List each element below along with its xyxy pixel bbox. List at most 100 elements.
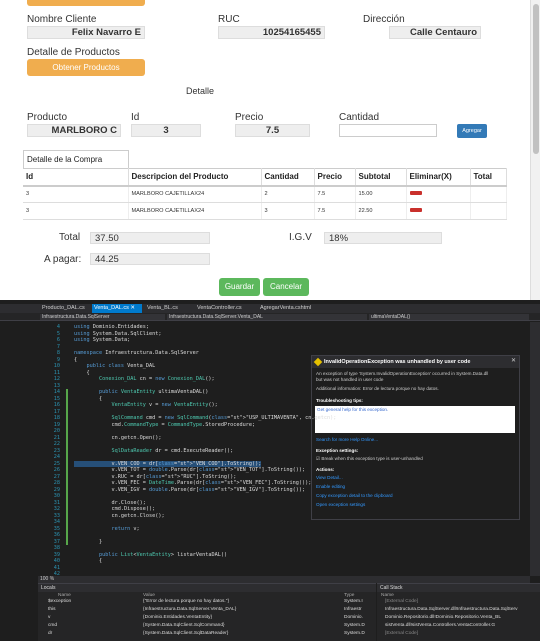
cell-subtotal: 15.00 bbox=[355, 185, 407, 203]
code-line[interactable]: SqlCommand cmd = new SqlCommand(class="s… bbox=[74, 415, 336, 421]
code-line[interactable]: } bbox=[74, 539, 102, 545]
igv-field[interactable]: 18% bbox=[324, 232, 442, 244]
apagar-field[interactable]: 44.25 bbox=[90, 253, 210, 265]
code-line[interactable]: dr.Close(); bbox=[74, 500, 145, 506]
line-number: 35 bbox=[53, 525, 60, 532]
cancelar-button[interactable]: Cancelar bbox=[263, 278, 309, 296]
code-line[interactable]: public VentaEntity ultimaVentaDAL() bbox=[74, 389, 208, 395]
nav-member[interactable]: ultimaVentaDAL() bbox=[369, 314, 529, 320]
igv-label: I.G.V bbox=[289, 232, 312, 243]
line-number: 21 bbox=[53, 434, 60, 441]
tab-producto-dal[interactable]: Producto_DAL.cs bbox=[40, 304, 90, 313]
cantidad-input[interactable] bbox=[339, 124, 437, 137]
delete-button[interactable] bbox=[409, 208, 422, 212]
code-line[interactable]: using System.Data; bbox=[74, 337, 130, 343]
tab-venta-controller[interactable]: VentaController.cs bbox=[195, 304, 257, 313]
locals-cell-value: {Infraestructura.Data.SqlServer.Venta_DA… bbox=[143, 607, 237, 612]
precio-field[interactable]: 7.5 bbox=[235, 124, 310, 137]
code-line[interactable]: namespace Infraestructura.Data.SqlServer bbox=[74, 350, 199, 356]
code-line[interactable]: return v; bbox=[74, 526, 139, 532]
col-descripcion: Descripcion del Producto bbox=[128, 168, 262, 187]
tip-link[interactable]: Get general help for this exception. bbox=[317, 407, 388, 412]
code-line[interactable]: cn.getcn.Open(); bbox=[74, 435, 161, 441]
help-link[interactable]: Search for more Help Online... bbox=[316, 437, 378, 442]
code-line[interactable]: { bbox=[74, 396, 102, 402]
total-field[interactable]: 37.50 bbox=[90, 232, 210, 244]
code-line[interactable]: v.VEN_TOT = double.Parse(dr[class="st">"… bbox=[74, 467, 305, 473]
locals-cell-type: System.D bbox=[344, 631, 365, 636]
line-number: 31 bbox=[53, 499, 60, 506]
locals-cell-name: cmd bbox=[48, 623, 58, 628]
code-line[interactable]: { bbox=[74, 558, 102, 564]
ruc-field[interactable]: 10254165455 bbox=[218, 26, 325, 39]
tab-venta-bl[interactable]: Venta_BL.cs bbox=[145, 304, 193, 313]
callstack-row[interactable]: Infraestructura.Data.SqlServer.dll!Infra… bbox=[385, 607, 518, 612]
locals-cell-type: Infraestr bbox=[344, 607, 362, 612]
code-line[interactable]: using Dominio.Entidades; bbox=[74, 324, 149, 330]
callstack-row[interactable]: [External Code] bbox=[385, 599, 418, 604]
id-field[interactable]: 3 bbox=[131, 124, 201, 137]
line-number: 30 bbox=[53, 493, 60, 499]
exception-title: InvalidOperationException was unhandled … bbox=[312, 356, 519, 368]
nav-class[interactable]: Infraestructura.Data.SqlServer.Venta_DAL bbox=[167, 314, 367, 320]
producto-field[interactable]: MARLBORO C bbox=[27, 124, 121, 137]
precio-label: Precio bbox=[235, 112, 264, 123]
line-number: 9 bbox=[56, 356, 60, 363]
cell-eliminar bbox=[406, 185, 471, 203]
code-line[interactable]: v.VEN_IGV = double.Parse(dr[class="st">"… bbox=[74, 487, 305, 493]
cell-cant: 3 bbox=[261, 202, 315, 220]
agregar-button[interactable]: Agregar bbox=[457, 124, 487, 138]
callstack-row[interactable]: sistVenta.dll!sistVenta.Controllers.Vent… bbox=[385, 623, 495, 628]
line-number: 37 bbox=[53, 538, 60, 545]
code-line[interactable]: public class Venta_DAL bbox=[74, 363, 156, 369]
action-enable-editing[interactable]: Enable editing bbox=[316, 484, 345, 489]
cliente-label: Nombre Cliente bbox=[27, 14, 97, 25]
producto-label: Producto bbox=[27, 112, 68, 123]
code-line[interactable]: cmd.Dispose(); bbox=[74, 506, 155, 512]
code-line[interactable]: SqlDataReader dr = cmd.ExecuteReader(); bbox=[74, 448, 233, 454]
top-orange-button[interactable] bbox=[27, 0, 145, 6]
col-eliminar: Eliminar(X) bbox=[406, 168, 471, 187]
code-line[interactable]: v.VEN_COD = dr[class="st">"VEN_COD"].ToS… bbox=[74, 460, 262, 467]
code-line[interactable]: v.RUC = dr[class="st">"RUC"].ToString(); bbox=[74, 474, 236, 480]
action-view-detail[interactable]: View Detail... bbox=[316, 475, 343, 480]
scrollbar-thumb[interactable] bbox=[533, 4, 539, 154]
code-line[interactable]: using System.Data.SqlClient; bbox=[74, 331, 161, 337]
settings-checkbox[interactable]: ☑ Break when this exception type is user… bbox=[316, 456, 423, 462]
direccion-field[interactable]: Calle Centauro bbox=[389, 26, 481, 39]
code-line[interactable]: VentaEntity v = new VentaEntity(); bbox=[74, 402, 217, 408]
col-total: Total bbox=[470, 168, 507, 187]
close-icon[interactable]: ✕ bbox=[511, 357, 516, 364]
tab-venta-dal[interactable]: Venta_DAL.cs ✕ bbox=[92, 304, 142, 313]
cell-desc: MARLBORO CAJETILLAX24 bbox=[128, 185, 262, 203]
delete-button[interactable] bbox=[409, 191, 422, 196]
editor-scrollbar[interactable] bbox=[530, 322, 540, 576]
obtener-productos-button[interactable]: Obtener Productos bbox=[27, 59, 145, 76]
guardar-button[interactable]: Guardar bbox=[219, 278, 260, 296]
line-number: 25 bbox=[53, 460, 60, 467]
locals-cell-name: $exception bbox=[48, 599, 72, 604]
code-line[interactable]: Conexion_DAL cn = new Conexion_DAL(); bbox=[74, 376, 215, 382]
line-number: 13 bbox=[53, 382, 60, 389]
code-line[interactable]: v.VEN_FEC = DateTime.Parse(dr[class="st"… bbox=[74, 480, 311, 486]
col-subtotal: Subtotal bbox=[355, 168, 407, 187]
action-copy-detail[interactable]: Copy exception detail to the clipboard bbox=[316, 493, 393, 498]
action-open-settings[interactable]: Open exception settings bbox=[316, 502, 365, 507]
tab-agregar-venta[interactable]: AgregarVenta.cshtml bbox=[258, 304, 328, 313]
compra-table: Id Descripcion del Producto Cantidad Pre… bbox=[23, 168, 507, 220]
code-line[interactable]: cmd.CommandType = CommandType.StoredProc… bbox=[74, 422, 255, 428]
callstack-row[interactable]: Dominio.Repositorio.dll!Dominio.Reposito… bbox=[385, 615, 501, 620]
code-line[interactable]: { bbox=[74, 357, 77, 363]
code-line[interactable]: public List<VentaEntity> listarVentaDAL(… bbox=[74, 552, 227, 558]
sales-form: Nombre Cliente Felix Navarro E RUC 10254… bbox=[0, 0, 540, 300]
table-row: 3 MARLBORO CAJETILLAX24 2 7.5 15.00 bbox=[23, 185, 507, 203]
page-scrollbar[interactable] bbox=[530, 0, 540, 300]
line-number: 32 bbox=[53, 506, 60, 512]
code-line[interactable]: cn.getcn.Close(); bbox=[74, 513, 164, 519]
nav-project[interactable]: Infraestructura.Data.SqlServer bbox=[40, 314, 165, 320]
code-line[interactable]: { bbox=[74, 370, 89, 376]
cliente-field[interactable]: Felix Navarro E bbox=[27, 26, 145, 39]
zoom-bar: 100 % bbox=[38, 576, 530, 583]
line-number: 28 bbox=[53, 480, 60, 486]
callstack-row[interactable]: [External Code] bbox=[385, 631, 418, 636]
